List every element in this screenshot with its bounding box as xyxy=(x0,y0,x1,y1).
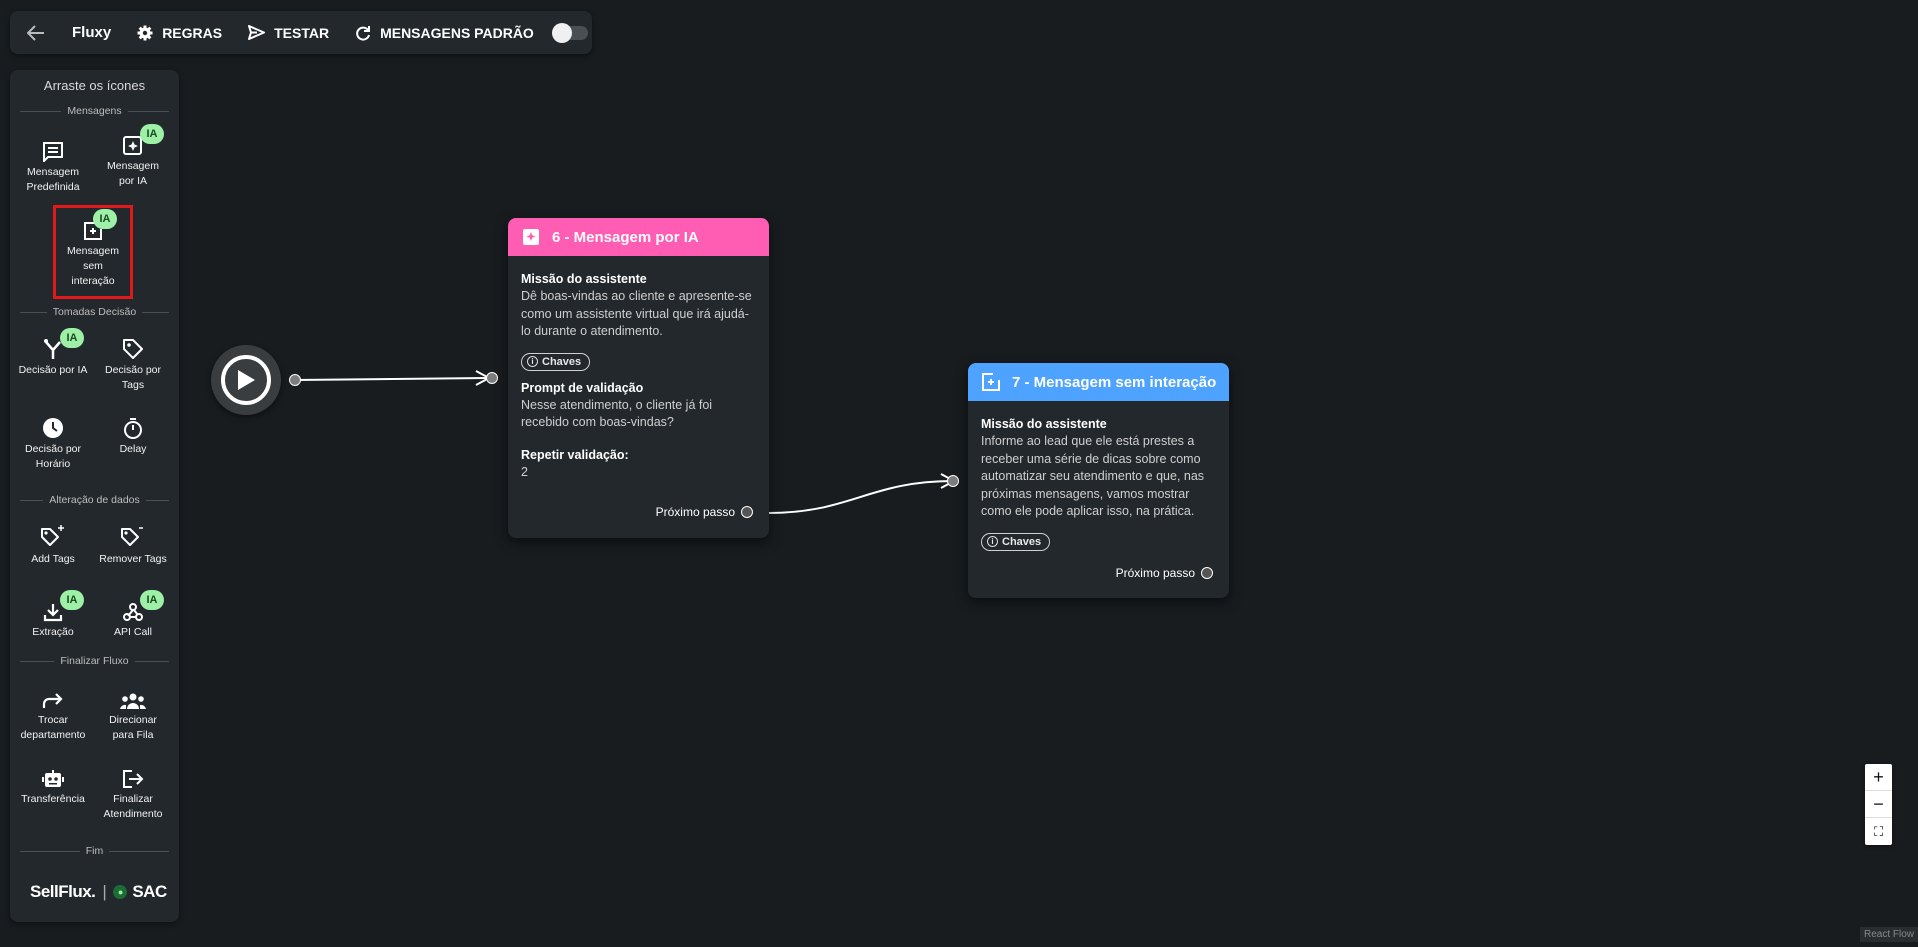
mission-text: Dê boas-vindas ao cliente e apresente-se… xyxy=(521,289,752,338)
node-header: 7 - Mensagem sem interação xyxy=(968,363,1229,401)
edge-start-to-node6 xyxy=(294,377,489,381)
mission-text: Informe ao lead que ele está prestes a r… xyxy=(981,434,1205,518)
prompt-label: Prompt de validação xyxy=(521,380,644,395)
next-step[interactable]: Próximo passo xyxy=(1116,566,1213,580)
start-node[interactable] xyxy=(211,345,281,415)
node-header: 6 - Mensagem por IA xyxy=(508,218,769,256)
info-icon: i xyxy=(987,536,998,547)
node6-input-handle[interactable] xyxy=(486,372,498,384)
react-flow-attribution[interactable]: React Flow xyxy=(1859,927,1918,942)
start-output-handle[interactable] xyxy=(289,374,301,386)
sparkle-message-icon xyxy=(523,229,539,245)
info-icon: i xyxy=(527,356,538,367)
fit-view-button[interactable]: ⛶ xyxy=(1865,818,1892,845)
zoom-in-button[interactable]: + xyxy=(1865,764,1892,791)
next-step-label: Próximo passo xyxy=(655,505,735,519)
node-title: 7 - Mensagem sem interação xyxy=(1012,373,1217,391)
next-step-handle[interactable] xyxy=(1201,567,1213,579)
keys-chip[interactable]: i Chaves xyxy=(981,532,1051,551)
node7-input-handle[interactable] xyxy=(947,475,959,487)
repeat-label: Repetir validação: xyxy=(521,447,629,462)
repeat-value: 2 xyxy=(521,464,528,479)
keys-chip[interactable]: i Chaves xyxy=(521,352,591,371)
node-title: 6 - Mensagem por IA xyxy=(552,228,699,246)
next-step-handle[interactable] xyxy=(741,506,753,518)
prompt-text: Nesse atendimento, o cliente já foi rece… xyxy=(521,397,713,430)
zoom-controls: + − ⛶ xyxy=(1865,764,1892,845)
edge-node6-to-node7 xyxy=(768,480,954,514)
next-step[interactable]: Próximo passo xyxy=(656,505,753,519)
next-step-label: Próximo passo xyxy=(1115,566,1195,580)
zoom-out-button[interactable]: − xyxy=(1865,791,1892,818)
play-icon xyxy=(238,370,255,390)
mission-label: Missão do assistente xyxy=(521,272,647,286)
mission-label: Missão do assistente xyxy=(981,417,1107,431)
node-ai-message[interactable]: 6 - Mensagem por IA Missão do assistente… xyxy=(508,218,769,538)
flow-edges xyxy=(294,370,957,514)
add-message-icon xyxy=(982,373,1000,391)
node-message-no-interaction[interactable]: 7 - Mensagem sem interação Missão do ass… xyxy=(968,363,1229,598)
